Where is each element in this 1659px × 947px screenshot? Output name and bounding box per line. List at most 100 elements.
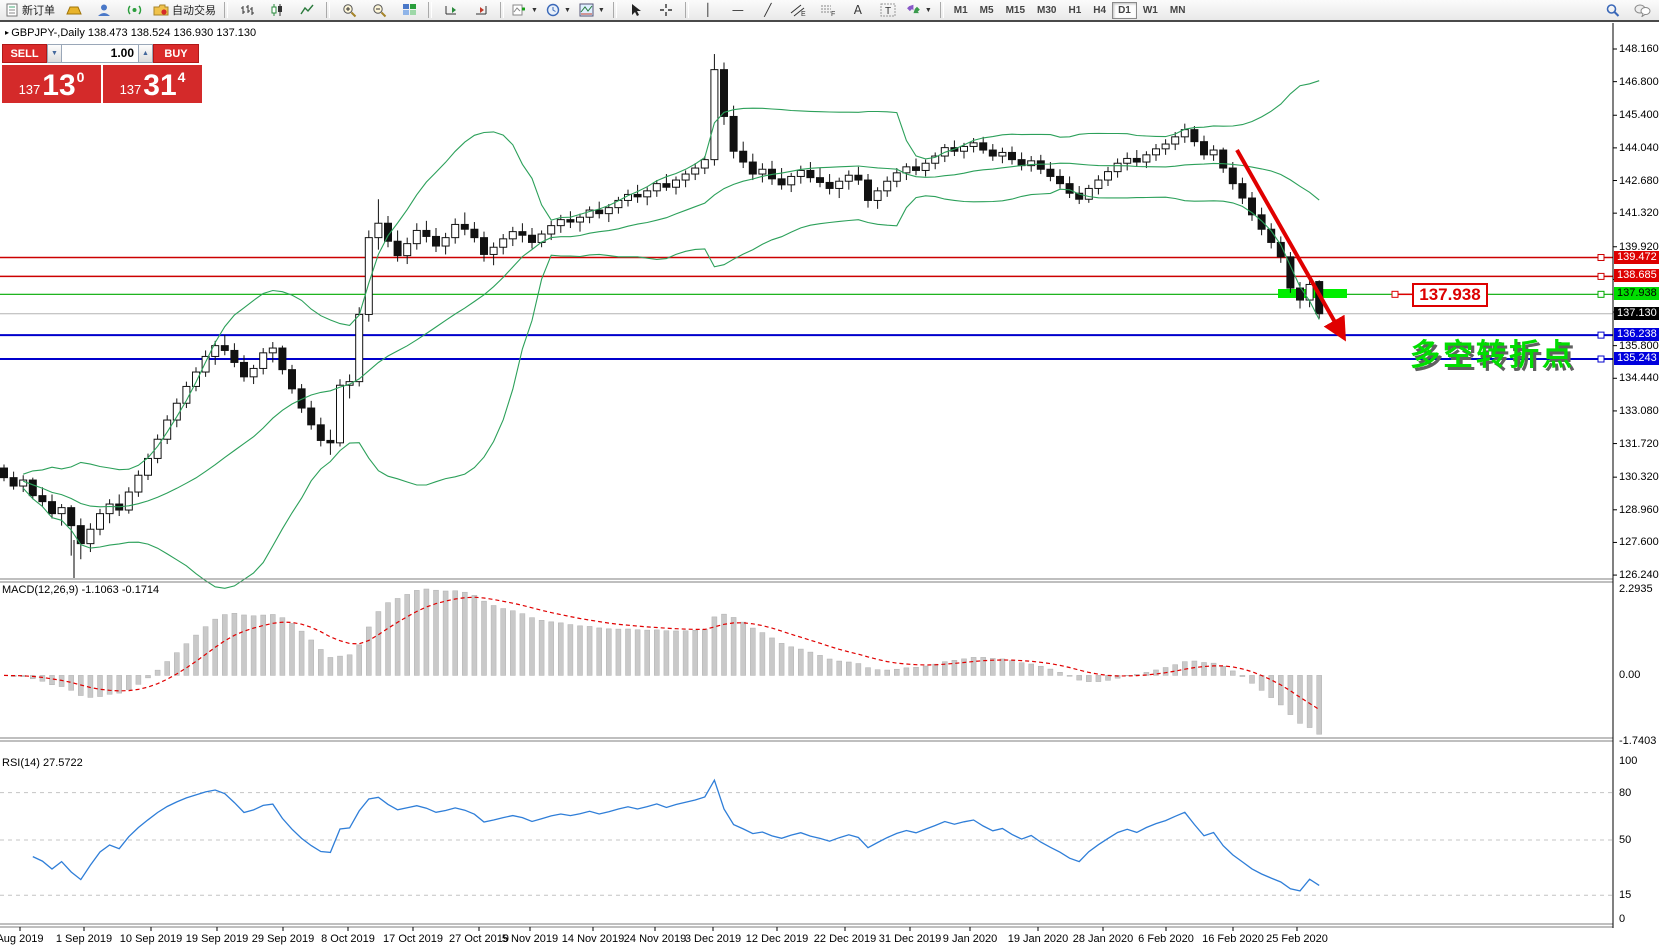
trendline-tool-button[interactable]: ╱	[753, 0, 783, 21]
candle-body	[692, 168, 699, 174]
macd-histogram-bar	[837, 661, 842, 675]
svg-text:T: T	[885, 6, 891, 17]
candle-body	[855, 175, 862, 180]
bar-chart-mode-button[interactable]	[232, 0, 262, 21]
macd-histogram-bar	[155, 670, 160, 675]
bid-quote[interactable]: 137 13 0	[2, 65, 101, 103]
cursor-tool-button[interactable]	[621, 0, 651, 21]
line-endpoint-marker[interactable]	[1598, 291, 1604, 297]
autotrade-folder-icon	[153, 3, 169, 17]
price-callout-box: 137.938	[1412, 283, 1488, 307]
macd-histogram-bar	[1298, 675, 1303, 723]
volume-input[interactable]: 1.00	[62, 44, 138, 63]
chart-shift-icon	[474, 3, 488, 17]
tf-m1[interactable]: M1	[948, 2, 974, 19]
buy-button[interactable]: BUY	[153, 44, 199, 63]
candle-body	[1114, 163, 1121, 171]
gold-bar-icon	[66, 3, 82, 17]
tf-m30[interactable]: M30	[1031, 2, 1062, 19]
price-chart[interactable]	[0, 0, 1659, 947]
macd-histogram-bar	[194, 635, 199, 675]
tf-m5[interactable]: M5	[974, 2, 1000, 19]
candle-body	[269, 348, 276, 353]
tf-w1[interactable]: W1	[1137, 2, 1164, 19]
candle-body	[1143, 155, 1150, 162]
tile-windows-button[interactable]	[394, 0, 424, 21]
macd-histogram-bar	[146, 675, 151, 677]
trend-arrow[interactable]	[1237, 150, 1344, 338]
candle-chart-mode-button[interactable]	[262, 0, 292, 21]
tf-h1[interactable]: H1	[1062, 2, 1087, 19]
auto-scroll-button[interactable]	[436, 0, 466, 21]
zoom-in-button[interactable]	[334, 0, 364, 21]
vertical-line-tool-button[interactable]: │	[693, 0, 723, 21]
text-tool-button[interactable]: A	[843, 0, 873, 21]
macd-histogram-bar	[894, 669, 899, 675]
macd-histogram-bar	[242, 615, 247, 675]
market-watch-button[interactable]	[59, 0, 89, 21]
candle-body	[317, 425, 324, 441]
macd-histogram-bar	[760, 633, 765, 676]
horizontal-line-tool-button[interactable]: —	[723, 0, 753, 21]
date-axis-label: 19 Sep 2019	[186, 933, 248, 945]
macd-histogram-bar	[251, 616, 256, 676]
volume-decrease-button[interactable]: ▼	[47, 44, 62, 63]
indicators-button[interactable]: ▼	[508, 0, 542, 21]
macd-histogram-bar	[1221, 666, 1226, 675]
tf-mn[interactable]: MN	[1164, 2, 1192, 19]
signal-icon	[127, 3, 142, 17]
line-endpoint-marker[interactable]	[1598, 273, 1604, 279]
clock-icon	[546, 3, 560, 17]
candle-body	[1105, 172, 1112, 180]
text-label-tool-button[interactable]: T	[873, 0, 903, 21]
templates-button[interactable]: ▼	[575, 0, 609, 21]
macd-histogram-bar	[1250, 675, 1255, 683]
chart-shift-button[interactable]	[466, 0, 496, 21]
equidistant-channel-icon: E	[790, 3, 806, 17]
macd-histogram-bar	[654, 630, 659, 676]
candle-body	[845, 175, 852, 181]
arrows-tool-button[interactable]: ▼	[903, 0, 936, 21]
indicator-line	[23, 81, 1319, 475]
line-endpoint-marker[interactable]	[1598, 332, 1604, 338]
search-button[interactable]	[1597, 0, 1627, 21]
rsi-axis-label: 50	[1619, 834, 1631, 846]
line-chart-mode-button[interactable]	[292, 0, 322, 21]
candle-body	[1229, 168, 1236, 184]
tf-h4[interactable]: H4	[1087, 2, 1112, 19]
macd-histogram-bar	[952, 660, 957, 675]
vertical-line-icon: │	[704, 3, 711, 17]
candle-body	[221, 346, 228, 351]
chat-button[interactable]	[1627, 0, 1657, 21]
candle-body	[145, 458, 152, 475]
auto-scroll-icon	[444, 3, 458, 17]
tf-m15[interactable]: M15	[1000, 2, 1031, 19]
price-axis-tick-label: 131.720	[1619, 438, 1659, 450]
volume-increase-button[interactable]: ▲	[138, 44, 153, 63]
macd-histogram-bar	[1058, 672, 1063, 675]
macd-histogram-bar	[1010, 661, 1015, 676]
candle-body	[980, 143, 987, 150]
auto-trading-button[interactable]: 自动交易	[149, 0, 220, 21]
toolbar-separator	[428, 2, 432, 18]
signals-button[interactable]	[119, 0, 149, 21]
fibonacci-tool-button[interactable]: F	[813, 0, 843, 21]
macd-histogram-bar	[414, 590, 419, 675]
macd-histogram-bar	[203, 627, 208, 676]
crosshair-tool-button[interactable]	[651, 0, 681, 21]
terminal-button[interactable]	[89, 0, 119, 21]
periods-button[interactable]: ▼	[542, 0, 575, 21]
new-order-button[interactable]: 新订单	[2, 0, 59, 21]
price-axis-tick-label: 130.320	[1619, 471, 1659, 483]
line-endpoint-marker[interactable]	[1598, 356, 1604, 362]
channel-tool-button[interactable]: E	[783, 0, 813, 21]
line-endpoint-marker[interactable]	[1598, 255, 1604, 261]
macd-axis-label: 2.2935	[1619, 583, 1653, 595]
ohlc-values: 138.473 138.524 136.930 137.130	[88, 27, 256, 39]
ask-quote[interactable]: 137 31 4	[103, 65, 202, 103]
zoom-out-button[interactable]	[364, 0, 394, 21]
tf-d1[interactable]: D1	[1112, 2, 1137, 19]
candle-body	[836, 181, 843, 188]
price-axis-tick-label: 135.800	[1619, 340, 1659, 352]
sell-button[interactable]: SELL	[2, 44, 47, 63]
